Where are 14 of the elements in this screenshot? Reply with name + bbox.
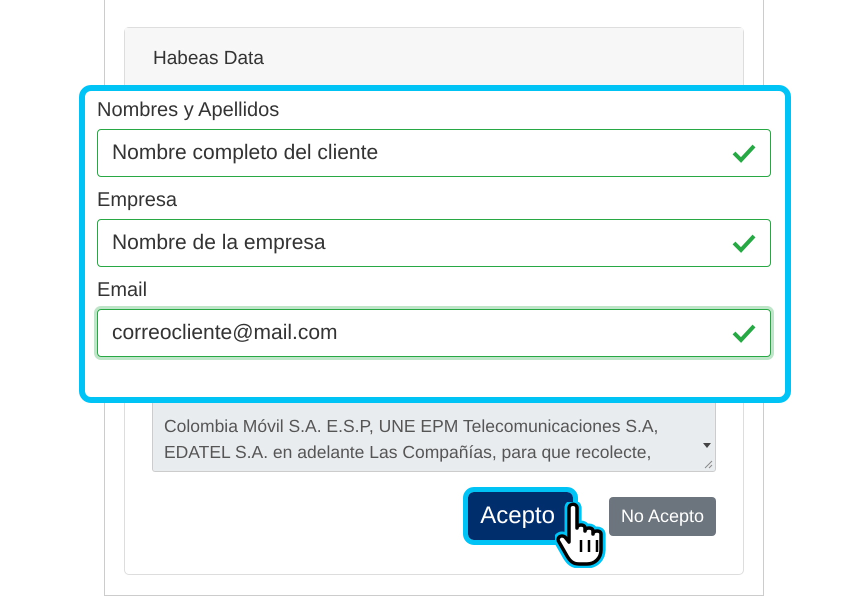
consent-text-line: Colombia Móvil S.A. E.S.P, UNE EPM Telecomunicaciones S.A, [164,415,658,438]
check-icon [732,143,756,163]
field-label: Email [97,278,148,303]
scroll-down-icon[interactable] [703,443,711,448]
decline-button[interactable]: No Acepto [608,496,716,536]
resize-grip-icon[interactable] [703,459,713,469]
consent-text-line: EDATEL S.A. en adelante Las Compañías, para que recolecte, [164,441,652,464]
check-icon [732,323,756,343]
input-field[interactable]: Nombre completo del cliente [97,129,771,177]
input-field[interactable]: Nombre de la empresa [97,219,771,267]
input-field[interactable]: correocliente@mail.com [97,309,771,357]
field-label: Empresa [97,188,178,213]
consent-text-area[interactable]: Colombia Móvil S.A. E.S.P, UNE EPM Telecomunicaciones S.A, EDATEL S.A. en adelante Las Compañías, para que recolecte, [152,400,716,472]
check-icon [732,233,756,253]
